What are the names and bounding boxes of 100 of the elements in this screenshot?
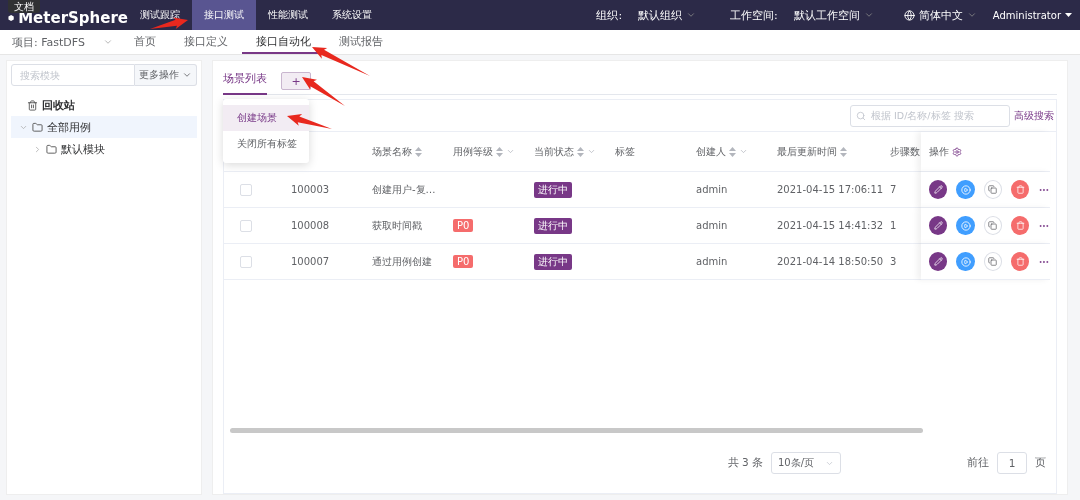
annotation-arrow bbox=[287, 114, 332, 129]
sort-icon[interactable] bbox=[415, 146, 422, 157]
page-size-select[interactable]: 10条/页 bbox=[771, 452, 841, 474]
nav-tab[interactable]: 测试跟踪 bbox=[128, 0, 192, 30]
sort-icon[interactable] bbox=[729, 146, 736, 157]
status-badge: 进行中 bbox=[534, 181, 572, 198]
add-tab-button[interactable]: + bbox=[281, 72, 311, 90]
edit-button[interactable] bbox=[929, 180, 948, 199]
workspace-select[interactable]: 默认工作空间 bbox=[793, 7, 860, 23]
advanced-search-link[interactable]: 高级搜索 bbox=[1014, 108, 1054, 123]
delete-button[interactable] bbox=[1011, 216, 1030, 235]
edit-icon bbox=[933, 257, 943, 266]
tree-item[interactable]: 默认模块 bbox=[11, 138, 197, 160]
menu-item[interactable]: 创建场景 bbox=[223, 105, 309, 131]
column-header[interactable]: 当前状态 bbox=[526, 132, 607, 172]
table-cell: 创建用户-复… bbox=[372, 182, 436, 197]
copy-icon bbox=[988, 185, 998, 194]
nav-tab[interactable]: 系统设置 bbox=[320, 0, 384, 30]
row-checkbox[interactable] bbox=[240, 255, 252, 268]
tab[interactable]: 场景列表 bbox=[223, 71, 267, 95]
column-header[interactable]: 场景名称 bbox=[364, 132, 445, 172]
tree-item[interactable]: 回收站 bbox=[11, 94, 197, 116]
column-header[interactable]: 最后更新时间 bbox=[769, 132, 882, 172]
edit-icon bbox=[933, 221, 943, 230]
copy-icon bbox=[988, 257, 998, 266]
table-cell: admin bbox=[696, 256, 728, 267]
table-cell: 2021-04-15 17:06:11 bbox=[777, 184, 884, 195]
table-cell: 100007 bbox=[291, 256, 330, 267]
copy-button[interactable] bbox=[983, 252, 1003, 271]
page-suffix: 页 bbox=[1035, 456, 1046, 470]
table-cell: admin bbox=[696, 184, 728, 195]
sort-icon[interactable] bbox=[840, 146, 847, 157]
edit-button[interactable] bbox=[929, 252, 948, 271]
table-cell: 通过用例创建 bbox=[372, 254, 432, 269]
sub-nav-tab[interactable]: 首页 bbox=[120, 30, 170, 54]
play-icon bbox=[960, 256, 971, 267]
delete-button[interactable] bbox=[1011, 252, 1030, 271]
table-cell: 1 bbox=[890, 220, 897, 231]
language-select[interactable]: 简体中文 bbox=[918, 7, 963, 23]
edit-button[interactable] bbox=[929, 216, 948, 235]
copy-button[interactable] bbox=[983, 216, 1003, 235]
user-menu[interactable]: Administrator bbox=[992, 9, 1061, 21]
table-cell: 获取时间戳 bbox=[372, 218, 422, 233]
tree-item[interactable]: 全部用例 bbox=[11, 116, 197, 138]
nav-tab[interactable]: 接口测试 bbox=[192, 0, 256, 30]
sort-icon[interactable] bbox=[496, 146, 503, 157]
run-button[interactable] bbox=[956, 252, 975, 271]
chevron-icon[interactable] bbox=[966, 10, 977, 20]
trash-icon bbox=[1015, 185, 1025, 194]
caret-icon[interactable] bbox=[1065, 13, 1072, 17]
page-input[interactable]: 1 bbox=[997, 452, 1027, 474]
goto-label: 前往 bbox=[967, 456, 989, 470]
row-checkbox[interactable] bbox=[240, 183, 252, 196]
column-header[interactable]: 用例等级 bbox=[445, 132, 526, 172]
chevron-icon[interactable] bbox=[102, 37, 113, 47]
total-count: 共 3 条 bbox=[727, 456, 763, 470]
trash-icon bbox=[1015, 221, 1025, 230]
tooltip: 文档 bbox=[8, 0, 40, 13]
menu-item[interactable]: 关闭所有标签 bbox=[223, 131, 309, 157]
table-cell: 100008 bbox=[291, 220, 330, 231]
chevron-icon bbox=[182, 70, 192, 80]
org-label: 组织: bbox=[596, 7, 623, 23]
annotation-arrow bbox=[302, 77, 345, 106]
globe-icon[interactable] bbox=[903, 9, 915, 21]
filter-icon[interactable] bbox=[506, 147, 515, 156]
table-cell: 7 bbox=[890, 184, 897, 195]
more-actions-button[interactable]: 更多操作 bbox=[135, 64, 197, 86]
folder-icon bbox=[32, 121, 43, 133]
nav-tab[interactable]: 性能测试 bbox=[256, 0, 320, 30]
trash-icon bbox=[1015, 257, 1025, 266]
play-icon bbox=[960, 184, 971, 195]
column-header[interactable]: 标签 bbox=[607, 132, 688, 172]
sub-nav-tab[interactable]: 测试报告 bbox=[325, 30, 397, 54]
table-cell: 2021-04-14 18:50:50 bbox=[777, 256, 884, 267]
filter-icon[interactable] bbox=[739, 147, 748, 156]
level-badge: P0 bbox=[453, 219, 474, 232]
delete-button[interactable] bbox=[1011, 180, 1030, 199]
workspace-label: 工作空间: bbox=[730, 7, 778, 23]
sub-nav-tab[interactable]: 接口定义 bbox=[170, 30, 242, 54]
org-select[interactable]: 默认组织 bbox=[638, 7, 683, 23]
sort-icon[interactable] bbox=[577, 146, 584, 157]
settings-icon[interactable] bbox=[952, 146, 962, 157]
table-cell: admin bbox=[696, 220, 728, 231]
annotation-arrow bbox=[150, 17, 188, 30]
table-cell: 100003 bbox=[291, 184, 330, 195]
status-badge: 进行中 bbox=[534, 217, 572, 234]
filter-icon[interactable] bbox=[587, 147, 596, 156]
scrollbar[interactable] bbox=[230, 428, 923, 433]
run-button[interactable] bbox=[956, 180, 975, 199]
column-header[interactable]: 创建人 bbox=[688, 132, 769, 172]
copy-button[interactable] bbox=[983, 180, 1003, 199]
chevron-icon[interactable] bbox=[863, 10, 874, 20]
play-icon bbox=[960, 220, 971, 231]
chevron-icon[interactable] bbox=[686, 10, 697, 20]
table-cell: 2021-04-15 14:41:32 bbox=[777, 220, 884, 231]
run-button[interactable] bbox=[956, 216, 975, 235]
trash-icon bbox=[27, 99, 38, 111]
project-select[interactable]: 项目: FastDFS bbox=[12, 34, 85, 50]
row-checkbox[interactable] bbox=[240, 219, 252, 232]
edit-icon bbox=[933, 185, 943, 194]
